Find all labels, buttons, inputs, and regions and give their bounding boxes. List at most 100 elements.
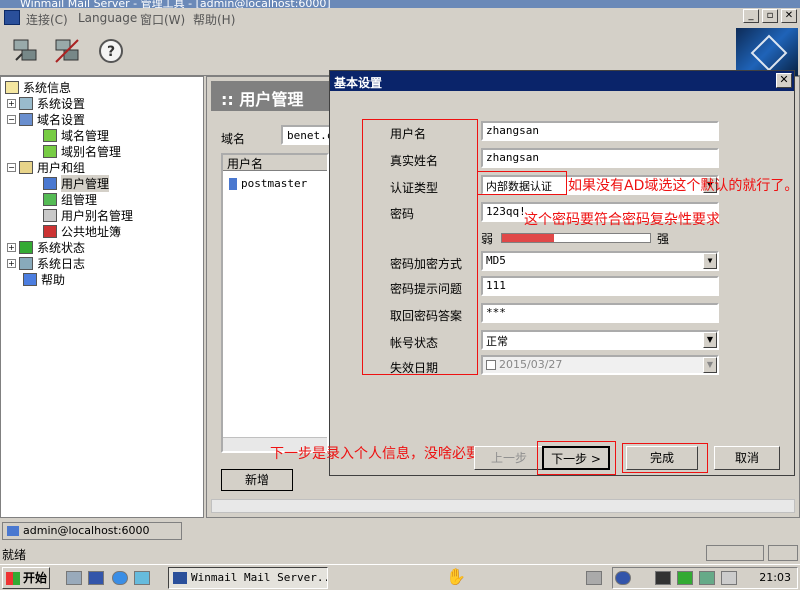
connect-icon[interactable] [8,34,42,68]
hint-field[interactable]: 111 [481,276,719,296]
expand-icon[interactable]: + [7,242,16,252]
tree-label: 组管理 [61,192,98,207]
account-status-value: 正常 [486,335,508,348]
volume-muted-icon[interactable] [721,571,737,585]
collapse-icon[interactable]: − [7,162,16,172]
tree-item-domain-manage[interactable]: 域名管理 [43,127,109,143]
strength-strong-label: 强 [657,232,670,246]
tree-label: 域名管理 [61,128,110,143]
realname-field[interactable]: zhangsan [481,148,719,168]
tree-item-system-settings[interactable]: + 系统设置 [7,95,85,111]
restore-icon[interactable]: ▫ [762,9,778,23]
expand-icon[interactable]: + [7,258,16,268]
group-icon [43,192,57,206]
settings-icon [19,96,33,110]
disconnect-icon[interactable] [50,34,84,68]
encrypt-select[interactable]: MD5 ▼ [481,251,719,271]
tree-item-system-log[interactable]: + 系统日志 [7,255,85,271]
menu-help[interactable]: 帮助(H) [193,11,235,28]
window-titlebar: Winmail Mail Server - 管理工具 - [admin@loca… [0,0,800,8]
username-label: 用户名 [390,127,427,141]
tree-item-group-manage[interactable]: 组管理 [43,191,97,207]
tree-item-help[interactable]: 帮助 [23,271,65,287]
connection-text: admin@localhost:6000 [23,524,150,537]
menu-language[interactable]: Language [78,11,137,25]
server-manager-icon[interactable] [66,571,82,585]
expire-checkbox[interactable] [486,360,496,370]
dropdown-arrow-icon[interactable]: ▼ [703,332,717,348]
tree-label: 域别名管理 [61,144,122,159]
close-icon[interactable]: ✕ [781,9,797,23]
expire-label: 失效日期 [390,361,439,375]
folder-icon [19,160,33,174]
show-desktop-icon[interactable] [88,571,104,585]
encrypt-label: 密码加密方式 [390,257,463,271]
tree-item-user-alias[interactable]: 用户别名管理 [43,207,133,223]
dropdown-arrow-icon[interactable]: ▼ [703,357,717,373]
dropdown-arrow-icon[interactable]: ▼ [703,253,717,269]
strength-weak-label: 弱 [481,232,494,246]
tree-item-system-info[interactable]: 系统信息 [5,79,71,95]
annotation-password-note: 这个密码要符合密码复杂性要求 [524,212,720,228]
tree-label: 系统信息 [23,80,72,95]
menu-connect[interactable]: 连接(C) [26,11,68,28]
tree-label: 域名设置 [37,112,86,127]
quick-launch-icon[interactable] [134,571,150,585]
tree-label: 公共地址簿 [61,224,122,239]
add-user-button[interactable]: 新增 [221,469,293,491]
collapse-icon[interactable]: − [7,114,16,124]
keyboard-icon[interactable] [586,571,602,585]
domain-label: 域名 [221,132,246,146]
globe-icon [43,144,57,158]
toolbar: ? [0,28,800,76]
list-item-label: postmaster [241,177,308,190]
network-tray-icon[interactable] [699,571,715,585]
windows-flag-icon [6,572,20,585]
start-button[interactable]: 开始 [2,567,50,589]
status-text: 就绪 [2,548,27,562]
svg-text:?: ? [107,44,115,60]
column-header-username[interactable]: 用户名 [223,155,327,171]
minimize-icon[interactable]: _ [743,9,759,23]
help-tray-icon[interactable] [615,571,631,585]
realname-label: 真实姓名 [390,154,439,168]
connection-bar: admin@localhost:6000 [0,520,800,542]
tree-item-domain-alias[interactable]: 域别名管理 [43,143,121,159]
shield-tray-icon[interactable] [677,571,693,585]
terminal-tray-icon[interactable] [655,571,671,585]
user-list[interactable]: 用户名 postmaster [221,153,329,453]
user-icon [229,178,237,190]
tree-item-users-groups[interactable]: − 用户和组 [7,159,85,175]
answer-field[interactable]: *** [481,303,719,323]
hint-label: 密码提示问题 [390,282,463,296]
list-item[interactable]: postmaster [229,177,307,190]
answer-label: 取回密码答案 [390,309,463,323]
window-title: Winmail Mail Server - 管理工具 - [admin@loca… [20,0,331,8]
tree-item-user-manage[interactable]: 用户管理 [43,174,110,192]
alias-icon [43,208,57,222]
horizontal-scrollbar[interactable] [211,499,795,513]
globe-icon [43,128,57,142]
taskbar: 开始 Winmail Mail Server... ✋ 21:03 [0,564,800,590]
cancel-button[interactable]: 取消 [714,446,780,470]
expand-icon[interactable]: + [7,98,16,108]
user-icon [43,176,57,190]
status-label: 帐号状态 [390,336,439,350]
account-status-select[interactable]: 正常 ▼ [481,330,719,350]
app-icon[interactable] [4,10,20,25]
help-icon[interactable]: ? [94,34,128,68]
status-pane [706,545,764,561]
internet-explorer-icon[interactable] [112,571,128,585]
tree-item-address-book[interactable]: 公共地址簿 [43,223,121,239]
domain-select[interactable]: benet.c [281,125,331,145]
menu-window[interactable]: 窗口(W) [140,11,185,28]
username-field[interactable]: zhangsan [481,121,719,141]
winmail-icon [173,572,187,584]
taskbar-item-winmail[interactable]: Winmail Mail Server... [168,567,328,589]
tree-item-domain-settings[interactable]: − 域名设置 [7,111,85,127]
expire-date-picker[interactable]: 2015/03/27 ▼ [481,355,719,375]
prev-button[interactable]: 上一步 [474,446,544,470]
password-strength-meter: 弱 强 [481,230,719,246]
tree-item-system-status[interactable]: + 系统状态 [7,239,85,255]
close-icon[interactable]: ✕ [776,73,792,88]
